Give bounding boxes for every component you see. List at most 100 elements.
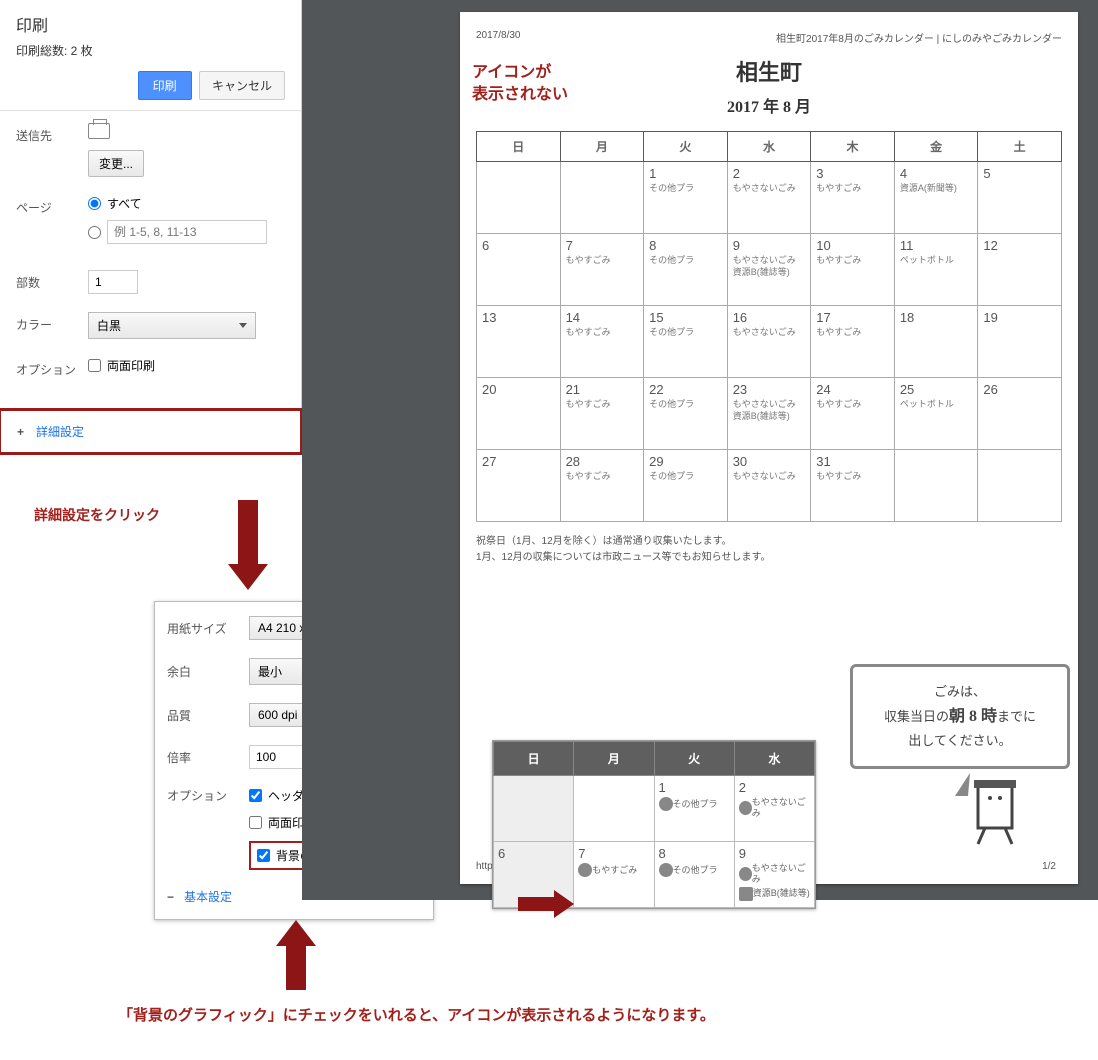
calendar-day-header: 月 <box>560 132 644 162</box>
preview-header: 相生町2017年8月のごみカレンダー | にしのみやごみカレンダー <box>776 30 1062 45</box>
calendar-cell <box>894 450 978 522</box>
advanced-settings-row[interactable]: + 詳細設定 <box>0 408 303 455</box>
calendar-cell: 14もやすごみ <box>560 306 644 378</box>
calendar-cell: 4資源A(新聞等) <box>894 162 978 234</box>
calendar-cell: 6 <box>477 234 561 306</box>
pages-range-radio[interactable] <box>88 226 101 239</box>
pages-all-label: すべて <box>107 195 142 212</box>
calendar-cell: 10もやすごみ <box>811 234 895 306</box>
mini-cell: 9もやさないごみ資源B(雑誌等) <box>734 842 814 908</box>
calendar-cell: 24もやすごみ <box>811 378 895 450</box>
print-title: 印刷 <box>16 12 285 36</box>
arrow-down-icon <box>228 500 268 600</box>
color-select[interactable]: 白黒 <box>88 312 256 339</box>
calendar-day-header: 木 <box>811 132 895 162</box>
basic-settings-link: 基本設定 <box>184 888 232 905</box>
pages-range-input[interactable] <box>107 220 267 244</box>
minus-icon: − <box>167 890 174 904</box>
color-value: 白黒 <box>97 317 121 334</box>
printer-icon <box>88 123 110 139</box>
mini-calendar-with-icons: 日月火水 1その他プラ2もやさないごみ 67もやすごみ8その他プラ9もやさないご… <box>492 740 816 909</box>
calendar-cell: 11ペットボトル <box>894 234 978 306</box>
calendar-cell: 12 <box>978 234 1062 306</box>
margin-label: 余白 <box>167 663 249 680</box>
calendar-table: 日月火水木金土 1その他プラ2もやさないごみ3もやすごみ4資源A(新聞等)567… <box>476 131 1062 522</box>
preview-page-number: 1/2 <box>1042 861 1056 872</box>
calendar-cell: 15その他プラ <box>644 306 728 378</box>
mini-cell: 2もやさないごみ <box>734 776 814 842</box>
trash-type-icon <box>739 801 752 815</box>
pages-label: ページ <box>16 195 88 216</box>
calendar-cell: 13 <box>477 306 561 378</box>
calendar-cell: 29その他プラ <box>644 450 728 522</box>
copies-input[interactable] <box>88 270 138 294</box>
calendar-cell: 1その他プラ <box>644 162 728 234</box>
calendar-cell: 20 <box>477 378 561 450</box>
calendar-cell: 7もやすごみ <box>560 234 644 306</box>
background-graphics-checkbox[interactable] <box>257 849 270 862</box>
annotation-bottom: 「背景のグラフィック」にチェックをいれると、アイコンが表示されるようになります。 <box>118 1004 715 1025</box>
trash-type-icon <box>659 797 673 811</box>
scale-input[interactable] <box>249 745 305 769</box>
adv-duplex-checkbox[interactable] <box>249 816 262 829</box>
mini-cell: 8その他プラ <box>654 842 734 908</box>
quality-label: 品質 <box>167 707 249 724</box>
calendar-cell: 23もやさないごみ資源B(雑誌等) <box>727 378 811 450</box>
mini-day-header: 月 <box>574 742 654 776</box>
calendar-note-2: 1月、12月の収集については市政ニュース等でもお知らせします。 <box>476 550 1062 566</box>
duplex-checkbox[interactable] <box>88 359 101 372</box>
calendar-cell: 25ペットボトル <box>894 378 978 450</box>
mini-cell <box>574 776 654 842</box>
trash-type-icon <box>578 863 592 877</box>
calendar-cell <box>477 162 561 234</box>
speech-bubble: ごみは、 収集当日の朝 8 時までに 出してください。 <box>850 664 1070 769</box>
bubble-line-1: ごみは、 <box>867 681 1053 703</box>
bubble-line-3: 出してください。 <box>867 730 1053 752</box>
calendar-day-header: 水 <box>727 132 811 162</box>
calendar-day-header: 金 <box>894 132 978 162</box>
print-header: 印刷 印刷総数: 2 枚 印刷 キャンセル <box>0 0 301 111</box>
cancel-button[interactable]: キャンセル <box>199 71 285 100</box>
trash-type-icon <box>739 887 753 901</box>
quality-value: 600 dpi <box>258 708 297 722</box>
destination-label: 送信先 <box>16 123 88 144</box>
scale-label: 倍率 <box>167 749 249 766</box>
pages-all-radio[interactable] <box>88 197 101 210</box>
calendar-cell: 27 <box>477 450 561 522</box>
calendar-cell: 31もやすごみ <box>811 450 895 522</box>
calendar-cell: 5 <box>978 162 1062 234</box>
annotation-click-advanced: 詳細設定をクリック <box>34 505 160 525</box>
calendar-cell: 22その他プラ <box>644 378 728 450</box>
plus-icon: + <box>17 425 24 439</box>
arrow-up-icon <box>276 920 316 990</box>
copies-label: 部数 <box>16 270 88 291</box>
calendar-cell: 26 <box>978 378 1062 450</box>
margin-value: 最小 <box>258 663 282 680</box>
calendar-cell: 17もやすごみ <box>811 306 895 378</box>
mini-day-header: 火 <box>654 742 734 776</box>
calendar-day-header: 日 <box>477 132 561 162</box>
adv-option-label: オプション <box>167 787 249 804</box>
calendar-cell: 21もやすごみ <box>560 378 644 450</box>
option-label: オプション <box>16 357 88 378</box>
calendar-note-1: 祝祭日（1月、12月を除く）は通常通り収集いたします。 <box>476 534 1062 550</box>
arrow-right-icon <box>518 890 574 918</box>
print-button[interactable]: 印刷 <box>138 71 192 100</box>
calendar-cell: 28もやすごみ <box>560 450 644 522</box>
paper-size-label: 用紙サイズ <box>167 620 249 637</box>
print-total: 印刷総数: 2 枚 <box>16 42 285 59</box>
mini-cell: 7もやすごみ <box>574 842 654 908</box>
preview-date: 2017/8/30 <box>476 30 521 45</box>
annotation-no-icons: アイコンが 表示されない <box>472 62 568 107</box>
header-footer-checkbox[interactable] <box>249 789 262 802</box>
calendar-cell: 2もやさないごみ <box>727 162 811 234</box>
trash-type-icon <box>659 863 673 877</box>
change-destination-button[interactable]: 変更... <box>88 150 144 177</box>
calendar-day-header: 火 <box>644 132 728 162</box>
mini-cell: 1その他プラ <box>654 776 734 842</box>
calendar-cell: 19 <box>978 306 1062 378</box>
calendar-cell: 3もやすごみ <box>811 162 895 234</box>
print-panel: 印刷 印刷総数: 2 枚 印刷 キャンセル 送信先 変更... ページ すべて … <box>0 0 302 455</box>
duplex-label: 両面印刷 <box>107 357 155 374</box>
mini-day-header: 水 <box>734 742 814 776</box>
